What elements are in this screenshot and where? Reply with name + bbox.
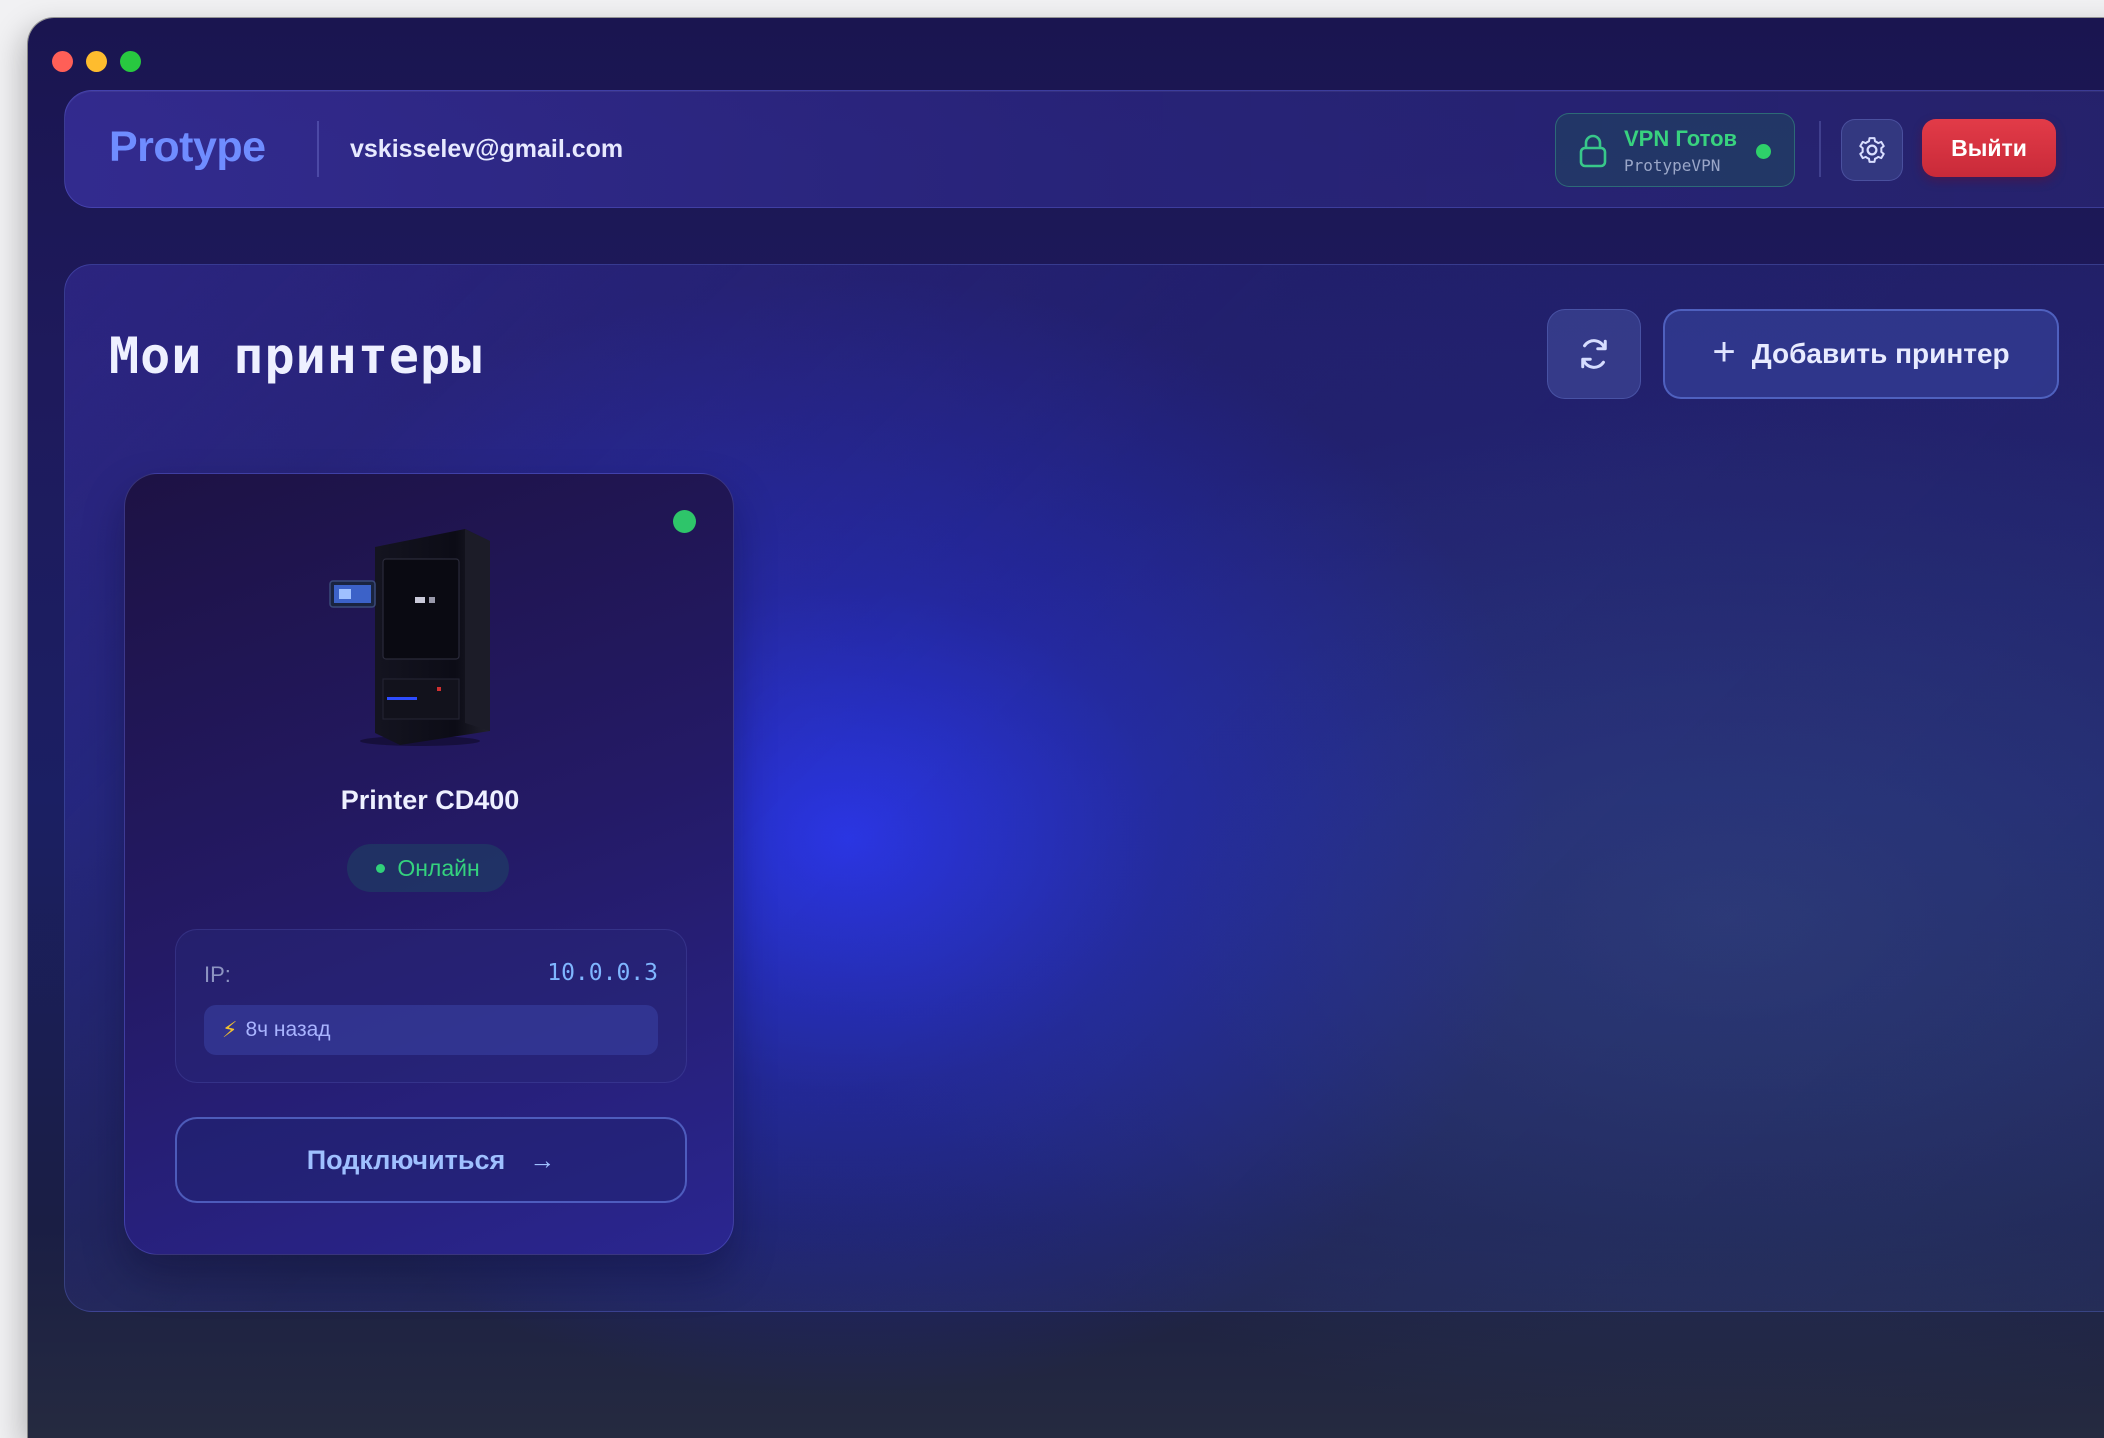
refresh-button[interactable] bbox=[1547, 309, 1641, 399]
logout-button[interactable]: Выйти bbox=[1922, 119, 2056, 177]
lock-icon bbox=[1579, 134, 1607, 168]
header-divider-2 bbox=[1819, 121, 1821, 177]
printer-status-label: Онлайн bbox=[397, 854, 480, 881]
close-window-button[interactable] bbox=[52, 51, 73, 72]
window-controls bbox=[52, 51, 141, 72]
last-seen-text: 8ч назад bbox=[245, 1018, 331, 1041]
printer-status-dot bbox=[673, 510, 696, 533]
printer-info-box: IP: 10.0.0.3 ⚡ 8ч назад bbox=[175, 929, 687, 1083]
vpn-status-badge[interactable]: VPN Готов ProtypeVPN bbox=[1555, 113, 1795, 187]
vpn-status-title: VPN Готов bbox=[1624, 126, 1738, 151]
last-seen: ⚡ 8ч назад bbox=[204, 1005, 658, 1055]
add-printer-button[interactable]: + Добавить принтер bbox=[1663, 309, 2059, 399]
online-dot bbox=[376, 863, 386, 873]
page-title: Мои принтеры bbox=[109, 327, 483, 385]
gear-icon bbox=[1859, 137, 1885, 163]
printer-card[interactable]: Printer CD400 Онлайн IP: 10.0.0.3 ⚡ 8ч н… bbox=[124, 473, 734, 1255]
arrow-right-icon: → bbox=[529, 1144, 556, 1175]
minimize-window-button[interactable] bbox=[86, 51, 107, 72]
ip-value: 10.0.0.3 bbox=[547, 960, 658, 986]
connect-label: Подключиться bbox=[306, 1144, 506, 1175]
ip-label: IP: bbox=[204, 962, 231, 987]
refresh-icon bbox=[1581, 339, 1607, 369]
vpn-status-dot bbox=[1756, 144, 1771, 159]
bolt-icon: ⚡ bbox=[222, 1017, 238, 1042]
printer-status-badge: Онлайн bbox=[347, 844, 509, 892]
brand-logo: Protype bbox=[109, 123, 266, 171]
header-divider bbox=[317, 121, 319, 177]
zoom-window-button[interactable] bbox=[120, 51, 141, 72]
printer-image bbox=[329, 529, 490, 746]
printer-name: Printer CD400 bbox=[340, 785, 520, 815]
plus-icon: + bbox=[1712, 330, 1736, 374]
settings-button[interactable] bbox=[1841, 119, 1903, 181]
app-header: Protype vskisselev@gmail.com VPN Готов P… bbox=[64, 90, 2104, 208]
vpn-status-subtitle: ProtypeVPN bbox=[1624, 156, 1721, 175]
connect-button[interactable]: Подключиться → bbox=[175, 1117, 687, 1203]
user-email: vskisselev@gmail.com bbox=[350, 135, 624, 163]
app-window: Protype vskisselev@gmail.com VPN Готов P… bbox=[28, 18, 2104, 1438]
add-printer-label: Добавить принтер bbox=[1751, 338, 2010, 369]
